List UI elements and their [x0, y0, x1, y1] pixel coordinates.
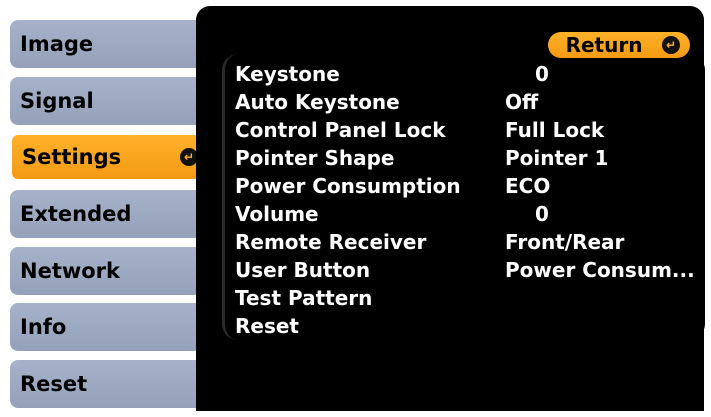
menu-item-label: Auto Keystone: [235, 90, 400, 114]
menu-item-power-consumption[interactable]: Power Consumption ECO: [235, 172, 695, 200]
menu-item-label: Pointer Shape: [235, 146, 395, 170]
menu-item-control-panel-lock[interactable]: Control Panel Lock Full Lock: [235, 116, 695, 144]
menu-item-pointer-shape[interactable]: Pointer Shape Pointer 1: [235, 144, 695, 172]
menu-item-value: Full Lock: [505, 118, 605, 142]
menu-item-value: 0: [535, 202, 549, 226]
menu-item-remote-receiver[interactable]: Remote Receiver Front/Rear: [235, 228, 695, 256]
menu-item-user-button[interactable]: User Button Power Consum...: [235, 256, 695, 284]
return-label: Return: [565, 33, 643, 57]
tab-reset[interactable]: Reset: [10, 360, 206, 408]
return-button[interactable]: Return ↵: [548, 32, 690, 58]
menu-item-label: Remote Receiver: [235, 230, 427, 254]
tab-network[interactable]: Network: [10, 247, 206, 295]
tab-label: Network: [20, 259, 121, 283]
tab-settings[interactable]: Settings ↵: [10, 133, 208, 181]
menu-item-label: Volume: [235, 202, 319, 226]
menu-item-label: Keystone: [235, 62, 340, 86]
tab-label: Extended: [20, 202, 132, 226]
menu-item-label: Reset: [235, 314, 299, 338]
menu-item-test-pattern[interactable]: Test Pattern: [235, 284, 695, 312]
tab-label: Settings: [22, 145, 122, 169]
menu-item-label: Power Consumption: [235, 174, 461, 198]
menu-item-label: Test Pattern: [235, 286, 373, 310]
menu-item-keystone[interactable]: Keystone 0: [235, 60, 695, 88]
enter-icon: ↵: [662, 36, 680, 54]
menu-item-value: Front/Rear: [505, 230, 625, 254]
tab-signal[interactable]: Signal: [10, 77, 206, 125]
menu-item-value: Pointer 1: [505, 146, 609, 170]
menu-item-reset[interactable]: Reset: [235, 312, 695, 340]
menu-item-value: 0: [535, 62, 549, 86]
menu-item-label: Control Panel Lock: [235, 118, 446, 142]
tab-label: Image: [20, 32, 94, 56]
tab-info[interactable]: Info: [10, 303, 206, 351]
menu-item-auto-keystone[interactable]: Auto Keystone Off: [235, 88, 695, 116]
menu-item-value: Power Consum...: [505, 258, 695, 282]
menu-item-label: User Button: [235, 258, 371, 282]
menu-item-value: ECO: [505, 174, 551, 198]
tab-extended[interactable]: Extended: [10, 190, 206, 238]
menu-item-value: Off: [505, 90, 539, 114]
tab-image[interactable]: Image: [10, 20, 206, 68]
tab-label: Signal: [20, 89, 94, 113]
tab-label: Reset: [20, 372, 88, 396]
tab-label: Info: [20, 315, 67, 339]
menu-item-volume[interactable]: Volume 0: [235, 200, 695, 228]
